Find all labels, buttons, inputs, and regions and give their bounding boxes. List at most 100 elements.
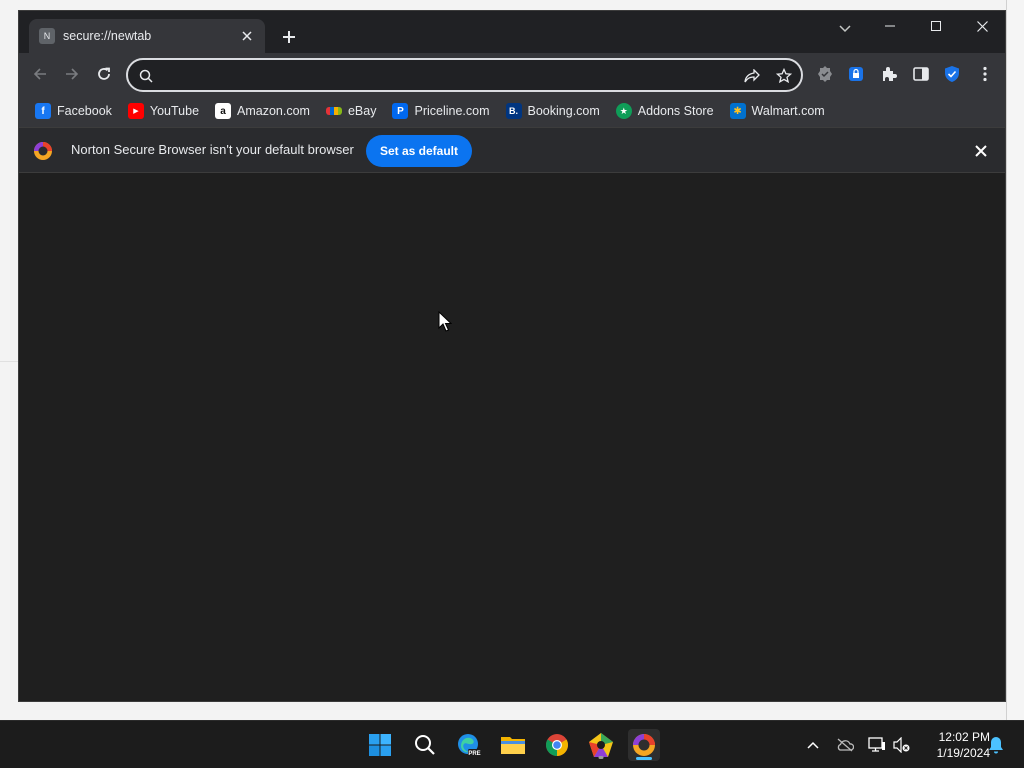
bookmark-label: Walmart.com bbox=[751, 104, 825, 118]
edge-preview-icon: PRE bbox=[458, 734, 481, 757]
more-vertical-icon bbox=[983, 66, 987, 82]
password-manager-extension[interactable] bbox=[845, 63, 867, 85]
windows-start-icon bbox=[369, 734, 391, 756]
volume-muted-icon bbox=[893, 737, 910, 753]
search-icon bbox=[415, 735, 435, 755]
arrow-left-icon bbox=[33, 68, 46, 80]
taskbar-clock[interactable]: 12:02 PM 1/19/2024 bbox=[918, 729, 990, 761]
tab-title: secure://newtab bbox=[63, 29, 152, 43]
desktop-background-window bbox=[1006, 0, 1024, 720]
set-as-default-button[interactable]: Set as default bbox=[366, 135, 472, 167]
chevron-up-icon bbox=[807, 741, 819, 749]
plus-icon bbox=[283, 31, 295, 43]
bookmark-star-icon[interactable] bbox=[774, 66, 794, 86]
svg-text:PRE: PRE bbox=[468, 751, 480, 757]
reload-icon bbox=[98, 67, 110, 80]
page-content[interactable] bbox=[19, 173, 1005, 701]
close-window-button[interactable] bbox=[959, 11, 1005, 41]
puzzle-icon bbox=[883, 67, 897, 81]
priceline-icon: P bbox=[392, 103, 409, 119]
facebook-icon: f bbox=[35, 103, 51, 119]
bookmark-label: Booking.com bbox=[527, 104, 600, 118]
taskbar-file-explorer[interactable] bbox=[497, 729, 529, 761]
browser-window: N secure://newtab f Facebook ▶ YouTube a… bbox=[18, 10, 1006, 702]
window-controls bbox=[867, 11, 1005, 41]
volume-tray-button[interactable] bbox=[892, 735, 912, 755]
bookmark-booking[interactable]: B. Booking.com bbox=[502, 99, 604, 123]
taskbar: PRE 12:02 PM 1/19/2024 bbox=[0, 720, 1024, 768]
arrow-right-icon bbox=[66, 68, 79, 80]
side-panel-icon bbox=[913, 67, 929, 81]
network-tray-button[interactable] bbox=[867, 735, 887, 755]
mouse-cursor-icon bbox=[438, 311, 452, 332]
bookmark-youtube[interactable]: ▶ YouTube bbox=[124, 99, 203, 123]
bookmark-label: Priceline.com bbox=[414, 104, 490, 118]
new-tab-button[interactable] bbox=[277, 25, 301, 49]
tab-newtab[interactable]: N secure://newtab bbox=[29, 19, 265, 53]
minimize-icon bbox=[885, 25, 895, 27]
reload-button[interactable] bbox=[91, 61, 117, 87]
taskbar-norton-vpn[interactable] bbox=[585, 729, 617, 761]
start-button[interactable] bbox=[364, 729, 396, 761]
bookmark-ebay[interactable]: eBay bbox=[322, 99, 381, 123]
title-bar: N secure://newtab bbox=[19, 11, 1005, 53]
taskbar-norton-browser[interactable] bbox=[628, 729, 660, 761]
cloud-offline-icon bbox=[837, 738, 854, 752]
youtube-icon: ▶ bbox=[127, 103, 144, 119]
clock-time: 12:02 PM bbox=[938, 730, 990, 744]
taskbar-chrome[interactable] bbox=[541, 729, 573, 761]
side-panel-button[interactable] bbox=[910, 63, 932, 85]
norton-safe-web-extension[interactable] bbox=[814, 63, 836, 85]
address-bar[interactable] bbox=[126, 58, 803, 92]
extensions-button[interactable] bbox=[878, 63, 900, 85]
notifications-button[interactable] bbox=[986, 735, 1006, 755]
chevron-down-icon bbox=[839, 25, 851, 33]
running-indicator bbox=[598, 756, 604, 759]
bookmark-label: YouTube bbox=[149, 104, 200, 118]
tab-search-button[interactable] bbox=[831, 17, 859, 41]
forward-button[interactable] bbox=[59, 61, 85, 87]
norton-browser-logo-icon bbox=[34, 142, 52, 160]
walmart-icon: ✱ bbox=[729, 103, 746, 119]
minimize-button[interactable] bbox=[867, 11, 913, 41]
maximize-button[interactable] bbox=[913, 11, 959, 41]
search-icon bbox=[136, 66, 156, 86]
bookmark-addons-store[interactable]: ★ Addons Store bbox=[612, 99, 718, 123]
back-button[interactable] bbox=[27, 61, 53, 87]
bookmark-label: Amazon.com bbox=[237, 104, 310, 118]
infobar-message: Norton Secure Browser isn't your default… bbox=[71, 142, 354, 157]
bookmarks-bar: f Facebook ▶ YouTube a Amazon.com eBay P… bbox=[19, 95, 1005, 127]
norton-browser-icon bbox=[633, 734, 655, 756]
lock-icon bbox=[849, 67, 863, 81]
infobar-close-icon[interactable] bbox=[971, 141, 991, 161]
onedrive-tray-button[interactable] bbox=[835, 735, 855, 755]
maximize-icon bbox=[931, 21, 941, 31]
gear-check-icon bbox=[818, 66, 832, 82]
bookmark-label: eBay bbox=[347, 104, 377, 118]
close-icon bbox=[976, 20, 988, 32]
clock-date: 1/19/2024 bbox=[936, 746, 990, 760]
bookmark-label: Addons Store bbox=[637, 104, 714, 118]
shield-check-icon bbox=[945, 66, 959, 82]
norton-shield-extension[interactable] bbox=[941, 63, 963, 85]
bookmark-priceline[interactable]: P Priceline.com bbox=[388, 99, 493, 123]
chrome-icon bbox=[546, 734, 568, 756]
toolbar bbox=[19, 53, 1005, 95]
active-app-indicator bbox=[636, 757, 652, 760]
ebay-icon bbox=[325, 107, 342, 115]
taskbar-search-button[interactable] bbox=[409, 729, 441, 761]
default-browser-infobar: Norton Secure Browser isn't your default… bbox=[19, 127, 1005, 173]
address-input[interactable] bbox=[162, 66, 722, 86]
norton-vpn-icon bbox=[589, 733, 613, 757]
network-icon bbox=[868, 737, 885, 752]
share-icon[interactable] bbox=[742, 66, 762, 86]
taskbar-edge-preview[interactable]: PRE bbox=[453, 729, 485, 761]
tab-favicon-icon: N bbox=[39, 28, 55, 44]
browser-menu-button[interactable] bbox=[974, 63, 996, 85]
bookmark-amazon[interactable]: a Amazon.com bbox=[211, 99, 314, 123]
show-hidden-icons-button[interactable] bbox=[803, 735, 823, 755]
bookmark-walmart[interactable]: ✱ Walmart.com bbox=[726, 99, 829, 123]
tab-close-icon[interactable] bbox=[237, 26, 257, 46]
bookmark-facebook[interactable]: f Facebook bbox=[31, 99, 116, 123]
file-explorer-icon bbox=[501, 737, 525, 754]
